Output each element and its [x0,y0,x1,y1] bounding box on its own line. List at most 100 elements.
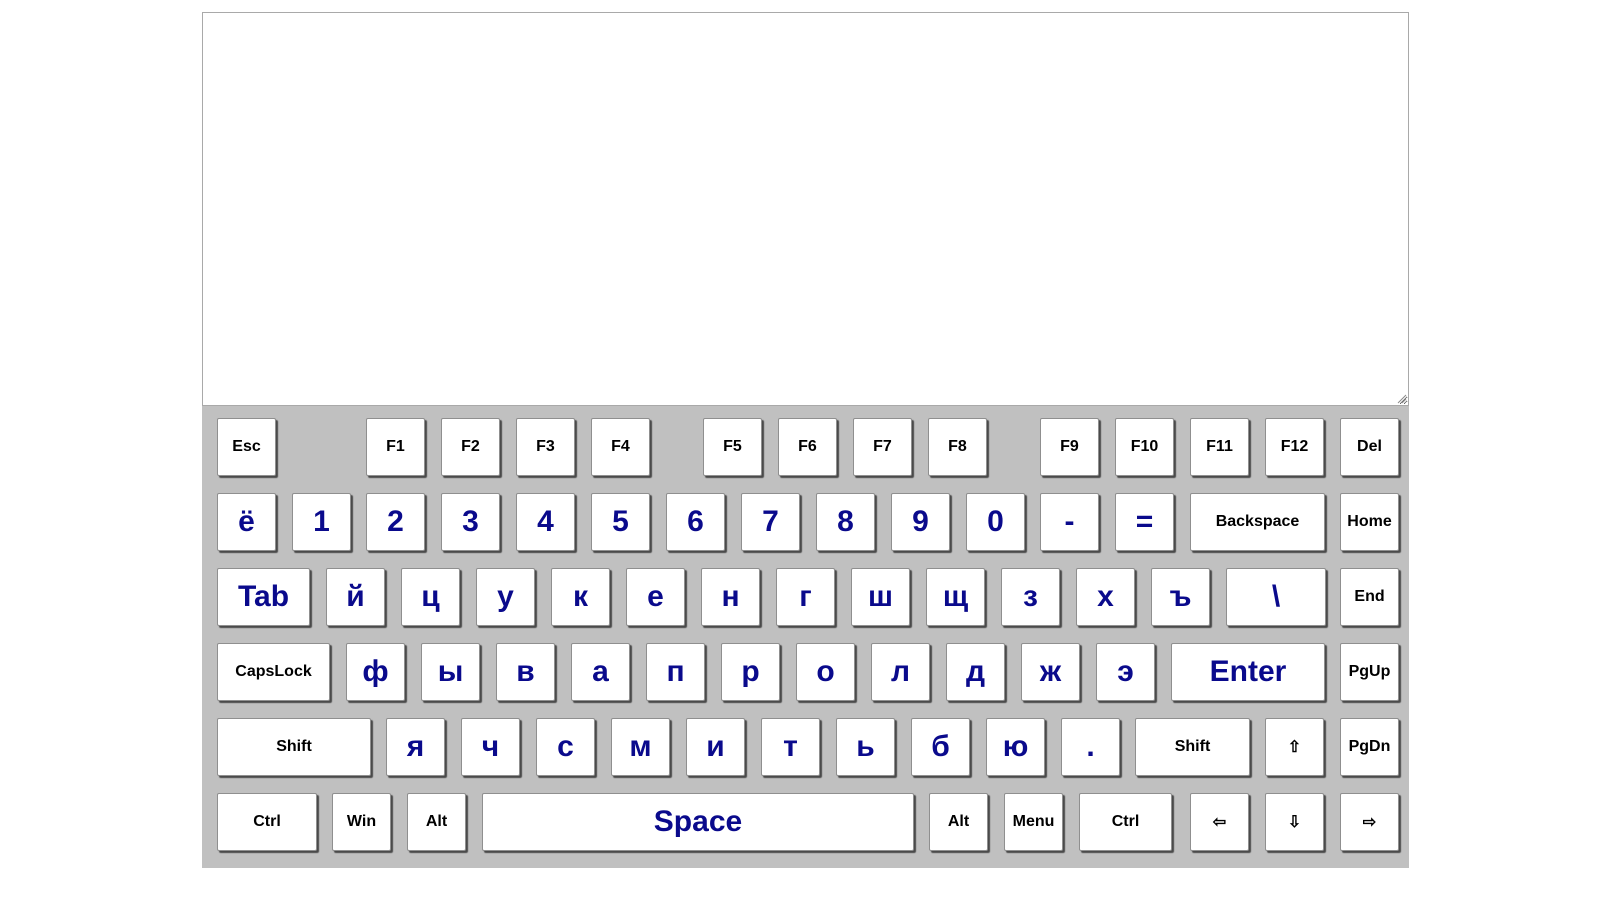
key-я[interactable]: я [386,718,445,776]
key-к[interactable]: к [551,568,610,626]
text-input-area[interactable] [202,12,1409,406]
key-х[interactable]: х [1076,568,1135,626]
key-f3[interactable]: F3 [516,418,575,476]
key-end[interactable]: End [1340,568,1399,626]
key-5[interactable]: 5 [591,493,650,551]
key-equals[interactable]: = [1115,493,1174,551]
key-label: F2 [461,438,480,455]
key-г[interactable]: г [776,568,835,626]
key-с[interactable]: с [536,718,595,776]
key-f1[interactable]: F1 [366,418,425,476]
key-label: т [783,730,798,763]
key-tab[interactable]: Tab [217,568,310,626]
key-label: 8 [837,505,854,538]
key-1[interactable]: 1 [292,493,351,551]
key-9[interactable]: 9 [891,493,950,551]
key-label: 6 [687,505,704,538]
key-label: 1 [313,505,330,538]
key-label: End [1354,588,1385,605]
key-enter[interactable]: Enter [1171,643,1325,701]
key-label: = [1135,505,1154,538]
key-arrow-up[interactable]: ⇧ [1265,718,1324,776]
key-о[interactable]: о [796,643,855,701]
key-и[interactable]: и [686,718,745,776]
key-label: Backspace [1215,513,1300,530]
key-з[interactable]: з [1001,568,1060,626]
key-label: F8 [948,438,967,455]
key-щ[interactable]: щ [926,568,985,626]
key-3[interactable]: 3 [441,493,500,551]
key-shift[interactable]: Shift [217,718,371,776]
key-0[interactable]: 0 [966,493,1025,551]
key-ж[interactable]: ж [1021,643,1080,701]
key-win[interactable]: Win [332,793,391,851]
key-ь[interactable]: ь [836,718,895,776]
key-label: ⇩ [1287,814,1302,831]
key-н[interactable]: н [701,568,760,626]
key-ч[interactable]: ч [461,718,520,776]
key-л[interactable]: л [871,643,930,701]
key-label: с [557,730,574,763]
key-ъ[interactable]: ъ [1151,568,1210,626]
key-f4[interactable]: F4 [591,418,650,476]
key-period[interactable]: . [1061,718,1120,776]
key-capslock[interactable]: CapsLock [217,643,330,701]
key-6[interactable]: 6 [666,493,725,551]
key-т[interactable]: т [761,718,820,776]
key-f6[interactable]: F6 [778,418,837,476]
key-f8[interactable]: F8 [928,418,987,476]
key-ш[interactable]: ш [851,568,910,626]
key-label: д [965,655,986,688]
key-shift[interactable]: Shift [1135,718,1250,776]
key-arrow-left[interactable]: ⇦ [1190,793,1249,851]
key-backslash[interactable]: \ [1226,568,1326,626]
key-е[interactable]: е [626,568,685,626]
key-minus[interactable]: - [1040,493,1099,551]
key-ц[interactable]: ц [401,568,460,626]
key-ё[interactable]: ё [217,493,276,551]
key-4[interactable]: 4 [516,493,575,551]
key-в[interactable]: в [496,643,555,701]
key-home[interactable]: Home [1340,493,1399,551]
key-arrow-right[interactable]: ⇨ [1340,793,1399,851]
key-esc[interactable]: Esc [217,418,276,476]
key-alt[interactable]: Alt [407,793,466,851]
key-pgup[interactable]: PgUp [1340,643,1399,701]
key-f2[interactable]: F2 [441,418,500,476]
key-7[interactable]: 7 [741,493,800,551]
key-f10[interactable]: F10 [1115,418,1174,476]
key-ю[interactable]: ю [986,718,1045,776]
key-f7[interactable]: F7 [853,418,912,476]
key-р[interactable]: р [721,643,780,701]
key-menu[interactable]: Menu [1004,793,1063,851]
key-ctrl[interactable]: Ctrl [217,793,317,851]
key-pgdn[interactable]: PgDn [1340,718,1399,776]
key-8[interactable]: 8 [816,493,875,551]
key-2[interactable]: 2 [366,493,425,551]
key-arrow-down[interactable]: ⇩ [1265,793,1324,851]
key-f9[interactable]: F9 [1040,418,1099,476]
key-label: 3 [462,505,479,538]
key-backspace[interactable]: Backspace [1190,493,1325,551]
key-а[interactable]: а [571,643,630,701]
key-del[interactable]: Del [1340,418,1399,476]
key-f11[interactable]: F11 [1190,418,1249,476]
resize-grip-icon[interactable] [1396,393,1407,404]
key-f5[interactable]: F5 [703,418,762,476]
key-м[interactable]: м [611,718,670,776]
key-у[interactable]: у [476,568,535,626]
key-э[interactable]: э [1096,643,1155,701]
key-д[interactable]: д [946,643,1005,701]
key-label: ш [867,580,893,613]
key-ф[interactable]: ф [346,643,405,701]
key-label: Esc [232,438,261,455]
key-б[interactable]: б [911,718,970,776]
key-ctrl[interactable]: Ctrl [1079,793,1172,851]
key-ы[interactable]: ы [421,643,480,701]
key-label: F11 [1206,438,1233,455]
key-й[interactable]: й [326,568,385,626]
key-п[interactable]: п [646,643,705,701]
key-space[interactable]: Space [482,793,914,851]
key-alt[interactable]: Alt [929,793,988,851]
key-f12[interactable]: F12 [1265,418,1324,476]
